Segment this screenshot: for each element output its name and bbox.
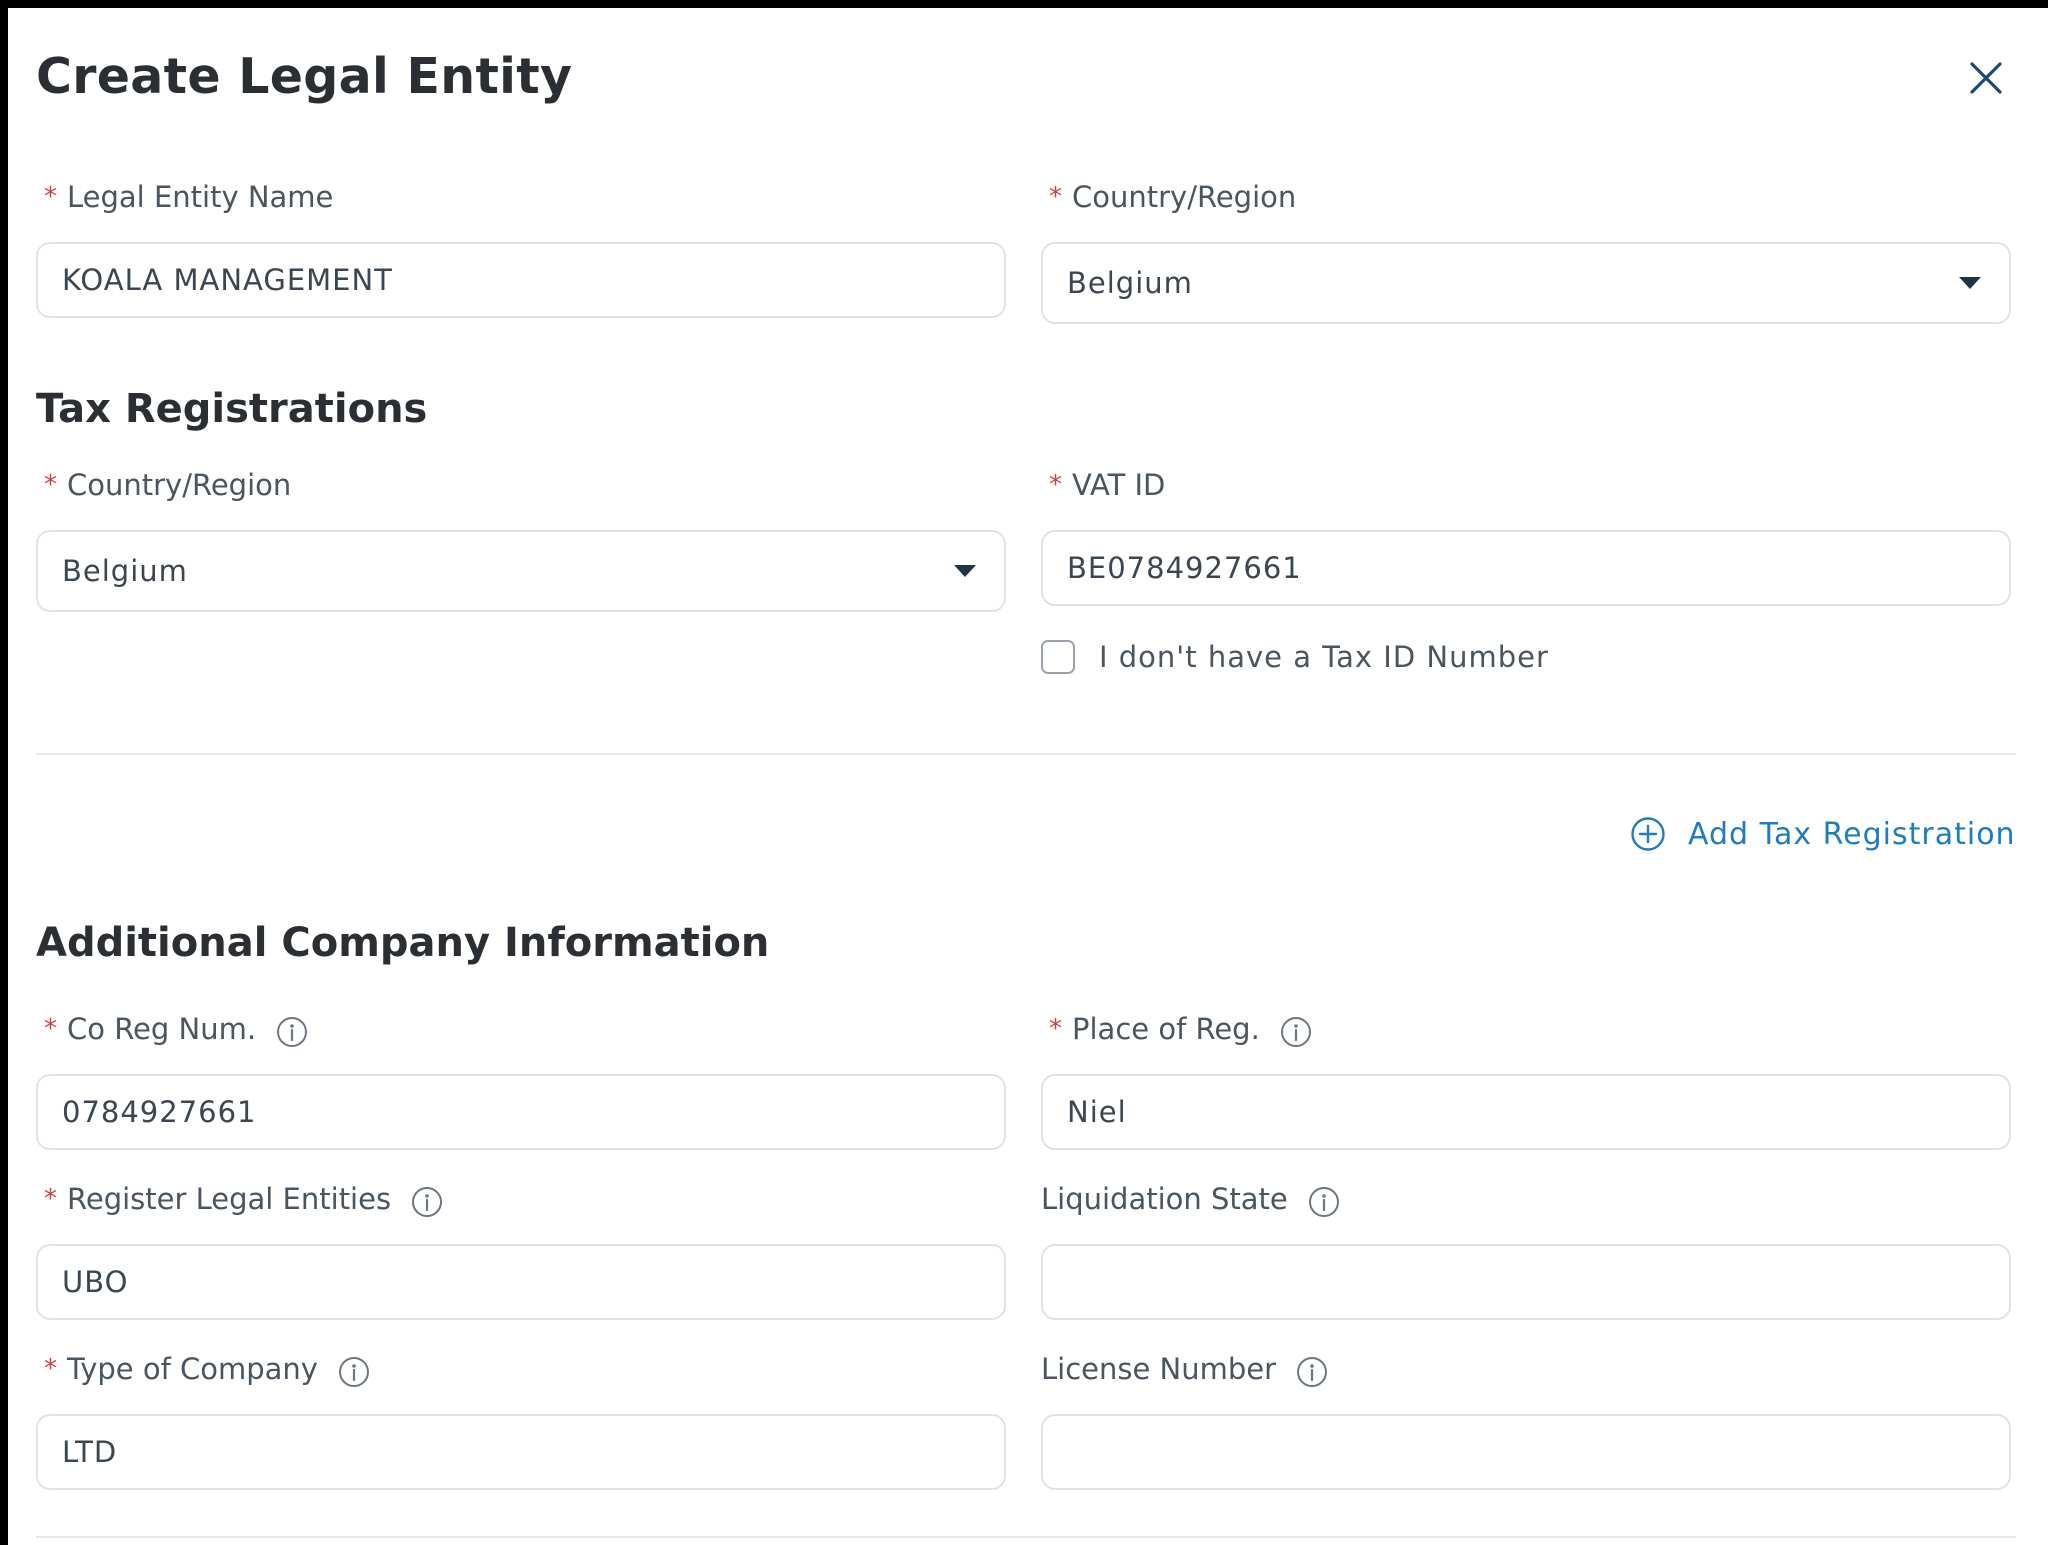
tax-registrations-heading: Tax Registrations (36, 386, 428, 432)
vat-id-label: * VAT ID (1049, 468, 1166, 502)
caret-down-icon (1959, 277, 1981, 289)
add-tax-registration-button[interactable]: Add Tax Registration (1630, 816, 2016, 852)
info-icon[interactable] (411, 1186, 443, 1218)
info-icon[interactable] (1280, 1016, 1312, 1048)
legal-entity-name-input[interactable]: KOALA MANAGEMENT (36, 242, 1006, 318)
place-of-reg-input[interactable]: Niel (1041, 1074, 2011, 1150)
required-marker: * (1049, 470, 1062, 500)
plus-circle-icon (1631, 817, 1665, 851)
co-reg-num-label: * Co Reg Num. (44, 1010, 308, 1048)
country-region-select[interactable]: Belgium (1041, 242, 2011, 324)
no-tax-id-label: I don't have a Tax ID Number (1099, 640, 1549, 674)
register-legal-entities-input[interactable]: UBO (36, 1244, 1006, 1320)
required-marker: * (1049, 1014, 1062, 1044)
info-icon[interactable] (1296, 1356, 1328, 1388)
tax-country-region-label: * Country/Region (44, 468, 292, 502)
tax-country-region-select[interactable]: Belgium (36, 530, 1006, 612)
info-icon[interactable] (1308, 1186, 1340, 1218)
no-tax-id-option[interactable]: I don't have a Tax ID Number (1041, 640, 1549, 674)
additional-company-info-heading: Additional Company Information (36, 920, 770, 966)
add-tax-registration-label: Add Tax Registration (1688, 816, 2016, 852)
country-region-label: * Country/Region (1049, 180, 1297, 214)
caret-down-icon (954, 565, 976, 577)
required-marker: * (44, 1014, 57, 1044)
type-of-company-label: * Type of Company (44, 1350, 370, 1388)
liquidation-state-input[interactable] (1041, 1244, 2011, 1320)
liquidation-state-label: Liquidation State (1041, 1180, 1340, 1218)
type-of-company-input[interactable]: LTD (36, 1414, 1006, 1490)
required-marker: * (44, 1184, 57, 1214)
license-number-input[interactable] (1041, 1414, 2011, 1490)
place-of-reg-label: * Place of Reg. (1049, 1010, 1312, 1048)
section-divider (36, 753, 2016, 755)
required-marker: * (1049, 182, 1062, 212)
vat-id-input[interactable]: BE0784927661 (1041, 530, 2011, 606)
legal-entity-name-label: * Legal Entity Name (44, 180, 334, 214)
required-marker: * (44, 470, 57, 500)
info-icon[interactable] (276, 1016, 308, 1048)
license-number-label: License Number (1041, 1350, 1328, 1388)
create-legal-entity-dialog: Create Legal Entity * Legal Entity Name … (8, 8, 2048, 1545)
required-marker: * (44, 1354, 57, 1384)
required-marker: * (44, 182, 57, 212)
info-icon[interactable] (338, 1356, 370, 1388)
co-reg-num-input[interactable]: 0784927661 (36, 1074, 1006, 1150)
no-tax-id-checkbox[interactable] (1041, 640, 1075, 674)
dialog-title: Create Legal Entity (36, 48, 573, 105)
close-icon[interactable] (1966, 58, 2006, 98)
register-legal-entities-label: * Register Legal Entities (44, 1180, 443, 1218)
bottom-divider (36, 1536, 2016, 1538)
